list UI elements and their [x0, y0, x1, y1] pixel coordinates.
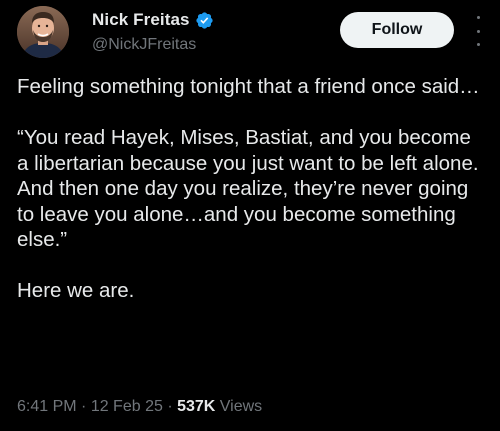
more-vertical-icon[interactable]	[472, 16, 484, 46]
verified-badge-icon	[195, 11, 214, 30]
tweet-text: Feeling something tonight that a friend …	[17, 74, 487, 304]
views-count: 537K	[177, 398, 216, 415]
meta-separator: ·	[162, 398, 178, 415]
tweet-header: Nick Freitas @NickJFreitas Follow	[17, 6, 487, 64]
name-row: Nick Freitas	[92, 10, 214, 30]
meta-separator: ·	[76, 398, 91, 415]
tweet-paragraph: Here we are.	[17, 279, 135, 302]
avatar-image	[17, 6, 69, 58]
tweet-paragraph: Feeling something tonight that a friend …	[17, 75, 480, 98]
follow-button[interactable]: Follow	[340, 12, 454, 48]
tweet-paragraph: “You read Hayek, Mises, Bastiat, and you…	[17, 126, 479, 251]
tweet-date[interactable]: 12 Feb 25	[91, 398, 163, 415]
handle[interactable]: @NickJFreitas	[92, 36, 196, 54]
tweet-time[interactable]: 6:41 PM	[17, 398, 77, 415]
display-name[interactable]: Nick Freitas	[92, 10, 190, 30]
views-label: Views	[215, 398, 263, 415]
avatar[interactable]	[17, 6, 69, 58]
tweet-meta: 6:41 PM · 12 Feb 25 · 537K Views	[17, 398, 262, 416]
